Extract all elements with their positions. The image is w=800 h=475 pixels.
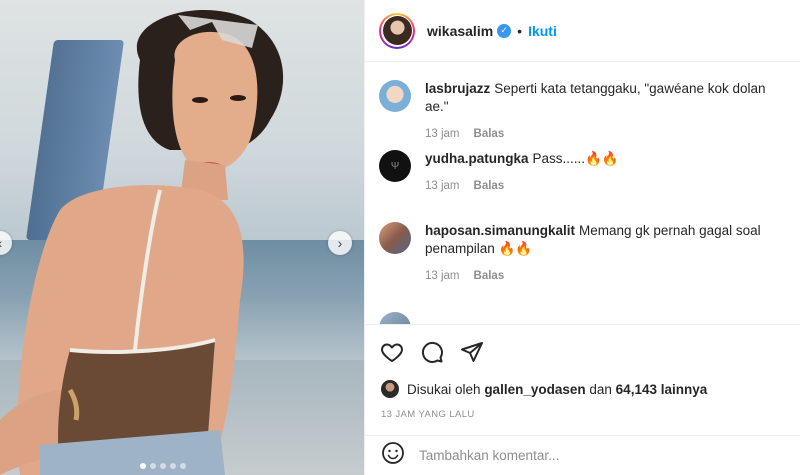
- verified-badge-icon: ✓: [497, 23, 512, 38]
- add-comment-bar: [365, 435, 800, 475]
- commenter-avatar[interactable]: [379, 222, 411, 254]
- comment-icon: [421, 341, 443, 363]
- likes-count[interactable]: 64,143 lainnya: [616, 382, 708, 397]
- comment-item: haposan.simanungkalit Memang gk pernah ga…: [379, 222, 785, 282]
- post-actions: Disukai oleh gallen_yodasen dan 64,143 l…: [365, 324, 800, 435]
- comment-input[interactable]: [419, 448, 759, 463]
- liker-username[interactable]: gallen_yodasen: [484, 382, 585, 397]
- post-sidebar: wikasalim ✓ • Ikuti lasbrujazz Seperti ka…: [364, 0, 800, 475]
- comment-username[interactable]: yudha.patungka: [425, 151, 529, 166]
- likes-summary[interactable]: Disukai oleh gallen_yodasen dan 64,143 l…: [381, 380, 707, 398]
- heart-icon: [381, 343, 403, 362]
- reply-button[interactable]: Balas: [474, 128, 505, 140]
- commenter-avatar[interactable]: [379, 312, 411, 324]
- post-dialog: ‹ › wikasalim ✓ • Ikuti: [0, 0, 800, 475]
- carousel-dot: [150, 463, 156, 469]
- comment-time: 13 jam: [425, 128, 460, 140]
- avatar-image: [382, 16, 412, 45]
- comment-username[interactable]: lasbrujazz: [425, 81, 490, 96]
- commenter-avatar[interactable]: [379, 80, 411, 112]
- reply-button[interactable]: Balas: [474, 180, 505, 192]
- likes-middle: dan: [589, 381, 612, 397]
- author-username[interactable]: wikasalim: [427, 23, 493, 39]
- follow-button[interactable]: Ikuti: [528, 23, 557, 39]
- comment-item-partial: [379, 312, 411, 324]
- carousel-indicator: [140, 463, 186, 469]
- comment-button[interactable]: [419, 339, 445, 365]
- photo-subject: [0, 9, 284, 475]
- comment-username[interactable]: haposan.simanungkalit: [425, 223, 575, 238]
- carousel-dot: [140, 463, 146, 469]
- post-photo[interactable]: ‹ ›: [0, 0, 364, 475]
- comment-item: Ψ yudha.patungka Pass......🔥🔥 13 jam Bala…: [379, 150, 785, 192]
- post-timestamp: 13 JAM YANG LALU: [381, 409, 475, 420]
- comment-time: 13 jam: [425, 270, 460, 282]
- author-avatar[interactable]: [379, 12, 415, 49]
- like-button[interactable]: [379, 339, 405, 365]
- reply-button[interactable]: Balas: [474, 270, 505, 282]
- separator-dot: •: [517, 22, 523, 39]
- carousel-dot: [170, 463, 176, 469]
- liker-avatar: [381, 380, 399, 398]
- comment-text: Pass......🔥🔥: [532, 151, 619, 166]
- next-photo-button[interactable]: ›: [328, 231, 352, 255]
- comments-list[interactable]: lasbrujazz Seperti kata tetanggaku, "gawé…: [365, 62, 800, 324]
- comment-item: lasbrujazz Seperti kata tetanggaku, "gawé…: [379, 80, 785, 140]
- emoji-icon: [382, 442, 404, 464]
- emoji-button[interactable]: [381, 441, 405, 470]
- commenter-avatar[interactable]: Ψ: [379, 150, 411, 182]
- post-header: wikasalim ✓ • Ikuti: [365, 0, 800, 62]
- likes-prefix: Disukai oleh: [407, 381, 481, 397]
- carousel-dot: [180, 463, 186, 469]
- send-icon: [461, 342, 483, 362]
- carousel-dot: [160, 463, 166, 469]
- chevron-right-icon: ›: [337, 235, 343, 251]
- chevron-left-icon: ‹: [0, 235, 2, 251]
- comment-time: 13 jam: [425, 180, 460, 192]
- share-button[interactable]: [459, 339, 485, 365]
